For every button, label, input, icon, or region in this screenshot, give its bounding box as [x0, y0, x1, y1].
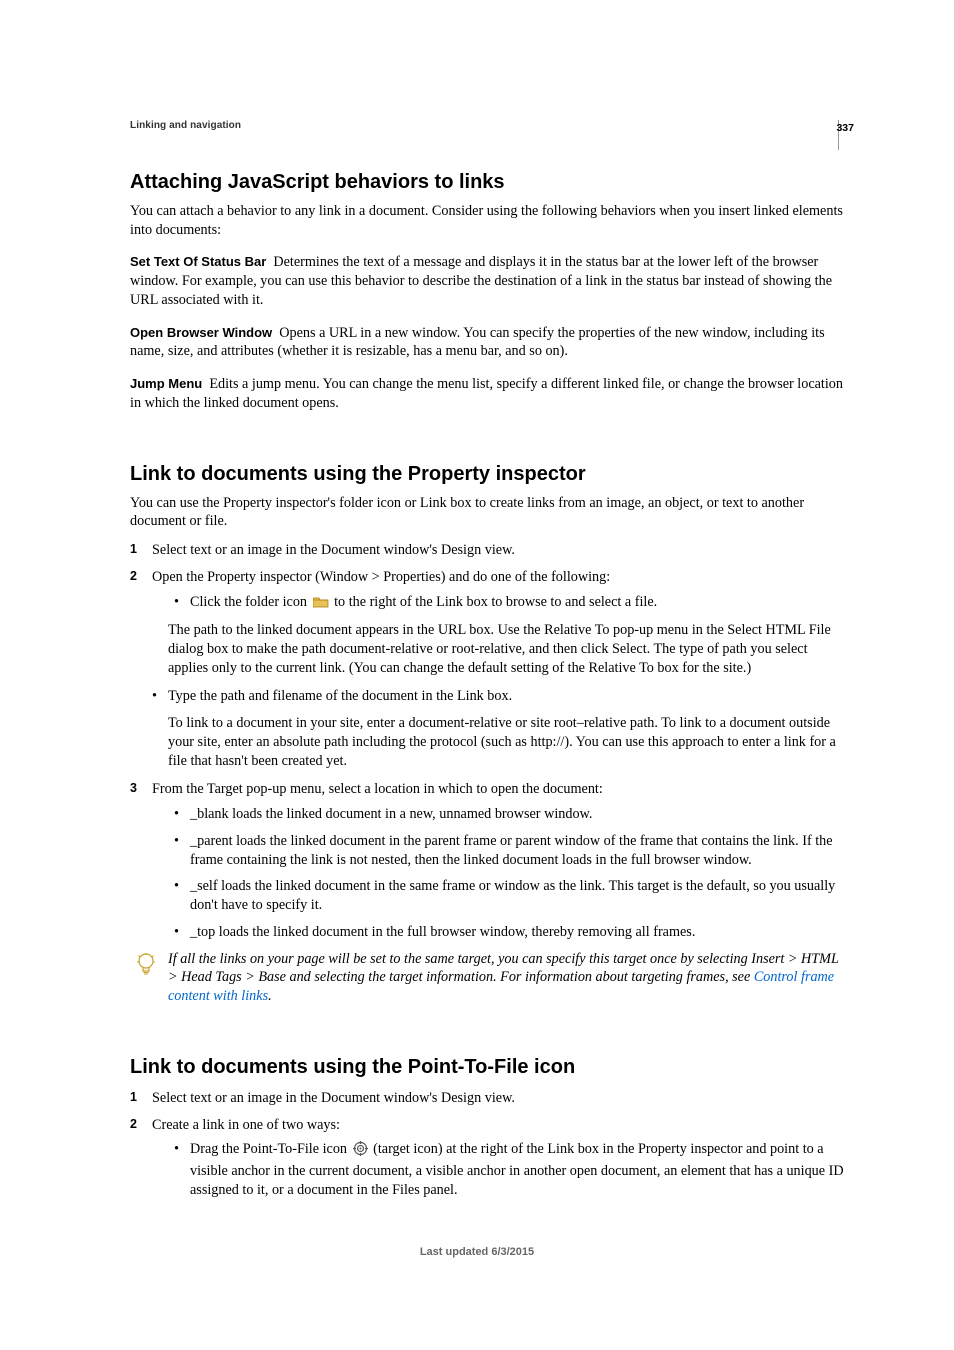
def-jump-menu: Jump Menu Edits a jump menu. You can cha…	[130, 375, 846, 412]
list-item: _parent loads the linked document in the…	[174, 832, 846, 869]
list-item: _blank loads the linked document in a ne…	[174, 805, 846, 824]
steps-list: Select text or an image in the Document …	[130, 541, 846, 613]
step-text: Open the Property inspector (Window > Pr…	[152, 569, 610, 585]
heading-point-to-file: Link to documents using the Point-To-Fil…	[130, 1056, 846, 1079]
footer-last-updated: Last updated 6/3/2015	[0, 1246, 954, 1258]
list-item: Drag the Point-To-File icon (target icon…	[174, 1140, 846, 1199]
step-text: to the right of the Link box to browse t…	[334, 594, 657, 610]
list-item: Click the folder icon to the right of th…	[174, 593, 846, 614]
substeps-list: _blank loads the linked document in a ne…	[174, 805, 846, 941]
folder-icon	[313, 595, 329, 614]
lightbulb-icon	[136, 952, 156, 978]
body-text: The path to the linked document appears …	[168, 621, 846, 677]
body-text: You can attach a behavior to any link in…	[130, 202, 846, 239]
substeps-list: Click the folder icon to the right of th…	[174, 593, 846, 614]
def-set-text-status-bar: Set Text Of Status Bar Determines the te…	[130, 253, 846, 309]
substeps-list: Type the path and filename of the docume…	[152, 687, 846, 706]
tip-text: If all the links on your page will be se…	[168, 951, 839, 986]
step-text: From the Target pop-up menu, select a lo…	[152, 781, 603, 797]
runin-term: Open Browser Window	[130, 325, 272, 340]
heading-attaching-js: Attaching JavaScript behaviors to links	[130, 171, 846, 194]
running-header: Linking and navigation	[130, 120, 846, 131]
page-number: 337	[836, 122, 854, 134]
list-item: _self loads the linked document in the s…	[174, 877, 846, 914]
step-item: Create a link in one of two ways: Drag t…	[130, 1116, 846, 1200]
body-text: You can use the Property inspector's fol…	[130, 494, 846, 531]
tip-text: .	[268, 988, 272, 1004]
body-text: To link to a document in your site, ente…	[168, 714, 846, 770]
list-item: _top loads the linked document in the fu…	[174, 923, 846, 942]
step-text: Create a link in one of two ways:	[152, 1117, 340, 1133]
step-text: Click the folder icon	[190, 594, 311, 610]
heading-property-inspector: Link to documents using the Property ins…	[130, 463, 846, 486]
steps-list: From the Target pop-up menu, select a lo…	[130, 780, 846, 941]
def-body: Edits a jump menu. You can change the me…	[130, 376, 843, 411]
step-item: Select text or an image in the Document …	[130, 1089, 846, 1108]
runin-term: Jump Menu	[130, 376, 202, 391]
def-open-browser-window: Open Browser Window Opens a URL in a new…	[130, 324, 846, 361]
steps-list: Select text or an image in the Document …	[130, 1089, 846, 1200]
page: 337 Linking and navigation Attaching Jav…	[0, 0, 954, 1350]
list-item: Type the path and filename of the docume…	[152, 687, 846, 706]
step-item: From the Target pop-up menu, select a lo…	[130, 780, 846, 941]
tip-note: If all the links on your page will be se…	[136, 950, 846, 1006]
target-icon	[353, 1141, 368, 1162]
step-item: Select text or an image in the Document …	[130, 541, 846, 560]
substeps-list: Drag the Point-To-File icon (target icon…	[174, 1140, 846, 1199]
step-text: Drag the Point-To-File icon	[190, 1141, 351, 1157]
step-item: Open the Property inspector (Window > Pr…	[130, 568, 846, 613]
runin-term: Set Text Of Status Bar	[130, 254, 266, 269]
